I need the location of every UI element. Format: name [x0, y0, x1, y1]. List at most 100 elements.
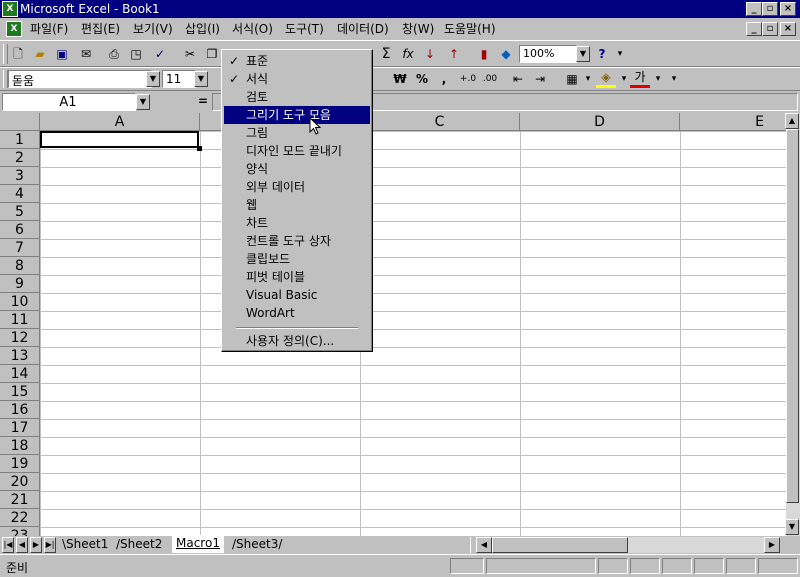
menu-item-pivot-table[interactable]: 피벗 테이블: [224, 268, 370, 286]
font-name-box[interactable]: 돋움: [8, 70, 152, 88]
doc-minimize-button[interactable]: _: [746, 22, 762, 36]
select-all-button[interactable]: [0, 113, 40, 131]
sheet-tab-macro1[interactable]: Macro1: [172, 535, 224, 553]
menu-format[interactable]: 서식(O): [232, 21, 273, 37]
menu-file[interactable]: 파일(F): [30, 21, 68, 37]
next-sheet-button[interactable]: ▶: [30, 537, 42, 553]
row-header[interactable]: 22: [0, 509, 40, 527]
borders-dropdown-icon[interactable]: ▾: [578, 69, 598, 89]
row-header[interactable]: 19: [0, 455, 40, 473]
zoom-dropdown-button[interactable]: ▼: [576, 46, 590, 62]
menu-item-formatting[interactable]: ✓ 서식: [224, 70, 370, 88]
row-header[interactable]: 5: [0, 203, 40, 221]
excel-app-icon[interactable]: X: [2, 1, 18, 17]
restore-button[interactable]: ▫: [762, 2, 778, 16]
row-header[interactable]: 21: [0, 491, 40, 509]
font-name-dropdown-button[interactable]: ▼: [146, 71, 160, 87]
more-buttons-icon[interactable]: ▾: [610, 44, 630, 64]
increase-indent-icon[interactable]: ⇥: [530, 69, 550, 89]
help-icon[interactable]: ?: [592, 44, 612, 64]
menu-tools[interactable]: 도구(T): [285, 21, 324, 37]
decrease-indent-icon[interactable]: ⇤: [508, 69, 528, 89]
last-sheet-button[interactable]: ▶|: [44, 537, 56, 553]
menu-item-reviewing[interactable]: 검토: [224, 88, 370, 106]
row-header[interactable]: 7: [0, 239, 40, 257]
menu-item-exit-design-mode[interactable]: 디자인 모드 끝내기: [224, 142, 370, 160]
fill-color-icon[interactable]: ◈: [596, 69, 616, 88]
first-sheet-button[interactable]: |◀: [2, 537, 14, 553]
open-icon[interactable]: ▰: [30, 44, 50, 64]
column-header[interactable]: E: [680, 113, 800, 131]
sheet-tab-sheet1[interactable]: \Sheet1: [62, 536, 108, 552]
menu-edit[interactable]: 편집(E): [81, 21, 120, 37]
percent-style-button[interactable]: %: [412, 69, 432, 89]
prev-sheet-button[interactable]: ◀: [16, 537, 28, 553]
row-header[interactable]: 9: [0, 275, 40, 293]
scroll-down-button[interactable]: ▼: [785, 519, 799, 535]
row-header[interactable]: 3: [0, 167, 40, 185]
document-icon[interactable]: X: [6, 21, 22, 37]
autosum-icon[interactable]: Σ: [376, 44, 396, 64]
menu-item-customize[interactable]: 사용자 정의(C)...: [224, 332, 370, 350]
menu-item-chart[interactable]: 차트: [224, 214, 370, 232]
minimize-button[interactable]: _: [746, 2, 762, 16]
doc-close-button[interactable]: ×: [780, 22, 796, 36]
sort-ascending-icon[interactable]: ↓: [420, 44, 440, 64]
sheet-tab-sheet2[interactable]: /Sheet2: [116, 536, 162, 552]
doc-restore-button[interactable]: ▫: [762, 22, 778, 36]
row-header[interactable]: 17: [0, 419, 40, 437]
column-header[interactable]: D: [520, 113, 680, 131]
row-header[interactable]: 12: [0, 329, 40, 347]
row-header[interactable]: 10: [0, 293, 40, 311]
row-header[interactable]: 13: [0, 347, 40, 365]
row-header[interactable]: 16: [0, 401, 40, 419]
drawing-icon[interactable]: ◆: [496, 44, 516, 64]
menu-item-wordart[interactable]: WordArt: [224, 304, 370, 322]
menu-item-picture[interactable]: 그림: [224, 124, 370, 142]
active-cell-outline[interactable]: [40, 131, 199, 148]
chart-wizard-icon[interactable]: ▮: [474, 44, 494, 64]
cut-icon[interactable]: ✂: [180, 44, 200, 64]
row-header[interactable]: 23: [0, 527, 40, 536]
more-buttons-icon[interactable]: ▾: [664, 69, 684, 89]
scroll-left-button[interactable]: ◀: [476, 537, 492, 553]
currency-style-button[interactable]: ₩: [390, 69, 410, 89]
menu-view[interactable]: 보기(V): [133, 21, 173, 37]
row-header[interactable]: 20: [0, 473, 40, 491]
sort-descending-icon[interactable]: ↑: [444, 44, 464, 64]
row-header[interactable]: 14: [0, 365, 40, 383]
row-header[interactable]: 8: [0, 257, 40, 275]
menu-item-web[interactable]: 웹: [224, 196, 370, 214]
menu-item-forms[interactable]: 양식: [224, 160, 370, 178]
horizontal-scroll-thumb[interactable]: [492, 537, 628, 553]
zoom-box[interactable]: 100%: [519, 45, 577, 63]
row-header[interactable]: 4: [0, 185, 40, 203]
scroll-up-button[interactable]: ▲: [785, 113, 799, 129]
menu-item-control-toolbox[interactable]: 컨트롤 도구 상자: [224, 232, 370, 250]
new-icon[interactable]: 🗋: [8, 44, 28, 64]
cell-grid[interactable]: [40, 131, 786, 536]
row-header[interactable]: 18: [0, 437, 40, 455]
font-size-dropdown-button[interactable]: ▼: [194, 71, 208, 87]
row-header[interactable]: 11: [0, 311, 40, 329]
menu-item-clipboard[interactable]: 클립보드: [224, 250, 370, 268]
column-header[interactable]: A: [40, 113, 200, 131]
menu-item-visual-basic[interactable]: Visual Basic: [224, 286, 370, 304]
horizontal-scroll-track[interactable]: [628, 537, 764, 553]
row-header[interactable]: 15: [0, 383, 40, 401]
row-header[interactable]: 1: [0, 131, 40, 149]
row-header[interactable]: 6: [0, 221, 40, 239]
font-size-box[interactable]: 11: [162, 70, 196, 88]
print-preview-icon[interactable]: ◳: [126, 44, 146, 64]
name-box-dropdown-button[interactable]: ▼: [136, 94, 150, 110]
scroll-right-button[interactable]: ▶: [764, 537, 780, 553]
row-header[interactable]: 2: [0, 149, 40, 167]
vertical-scrollbar[interactable]: ▲ ▼: [785, 113, 800, 536]
column-header[interactable]: C: [360, 113, 520, 131]
font-color-button[interactable]: 가: [630, 69, 650, 88]
print-icon[interactable]: ⎙: [104, 44, 124, 64]
email-icon[interactable]: ✉: [76, 44, 96, 64]
decrease-decimal-button[interactable]: .00: [480, 69, 500, 89]
spelling-icon[interactable]: ✓: [150, 44, 170, 64]
menu-item-standard[interactable]: ✓ 표준: [224, 52, 370, 70]
